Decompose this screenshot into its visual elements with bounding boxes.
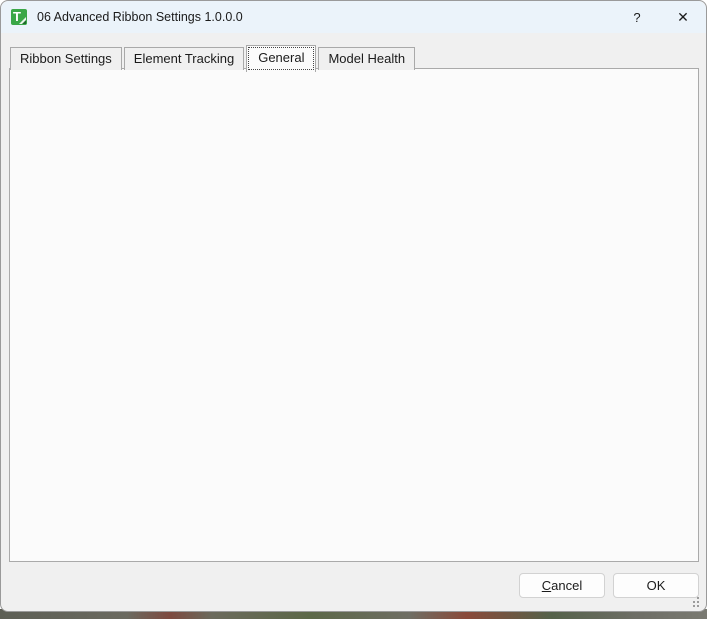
advanced-ribbon-settings-dialog: T 06 Advanced Ribbon Settings 1.0.0.0 ? … bbox=[0, 0, 707, 612]
tab-general[interactable]: General bbox=[246, 45, 316, 72]
tab-strip: Ribbon Settings Element Tracking General… bbox=[10, 45, 415, 70]
tab-model-health[interactable]: Model Health bbox=[318, 47, 415, 70]
help-button[interactable]: ? bbox=[614, 1, 660, 33]
resize-grip[interactable] bbox=[689, 605, 691, 607]
general-tab-page bbox=[9, 68, 699, 562]
title-bar[interactable]: T 06 Advanced Ribbon Settings 1.0.0.0 ? … bbox=[1, 1, 706, 33]
ok-button[interactable]: OK bbox=[613, 573, 699, 598]
app-logo-icon: T bbox=[11, 9, 27, 25]
tab-ribbon-settings[interactable]: Ribbon Settings bbox=[10, 47, 122, 70]
cancel-button[interactable]: Cancel bbox=[519, 573, 605, 598]
close-icon[interactable]: ✕ bbox=[660, 1, 706, 33]
window-title: 06 Advanced Ribbon Settings 1.0.0.0 bbox=[37, 10, 243, 24]
tab-element-tracking[interactable]: Element Tracking bbox=[124, 47, 244, 70]
